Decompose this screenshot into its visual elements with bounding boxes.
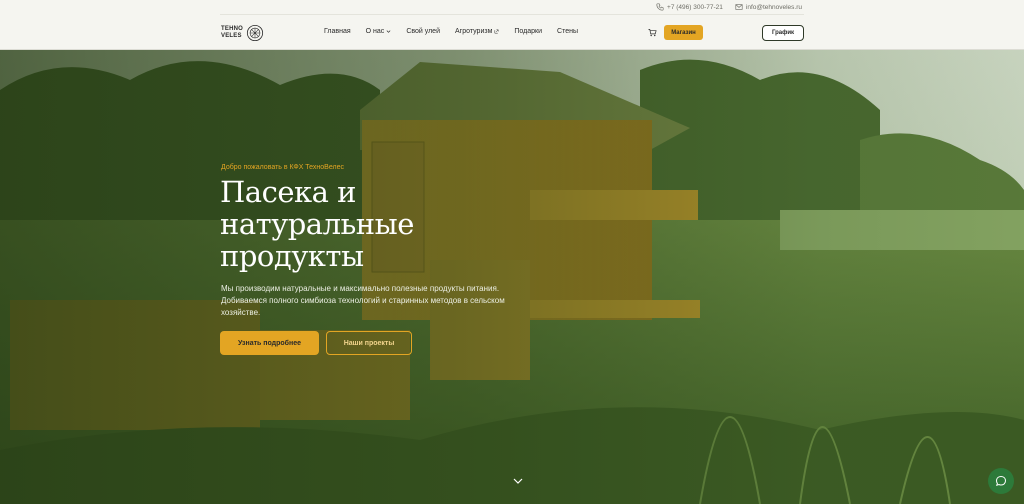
shop-button[interactable]: Магазин xyxy=(664,25,703,40)
main-nav: Главная О нас Свой улей Агротуризм Подар… xyxy=(324,28,593,35)
nav-item-home[interactable]: Главная xyxy=(324,28,351,35)
phone-text: +7 (496) 300-77-21 xyxy=(667,3,723,11)
phone-link[interactable]: +7 (496) 300-77-21 xyxy=(656,3,723,11)
nav-item-about[interactable]: О нас xyxy=(366,28,392,35)
logo-wordmark: TEHNO VELES xyxy=(221,26,243,39)
cart-icon[interactable] xyxy=(648,28,657,37)
chat-button[interactable] xyxy=(988,468,1014,494)
logo-emblem-icon xyxy=(246,24,264,42)
phone-icon xyxy=(656,3,664,11)
logo[interactable]: TEHNO VELES xyxy=(221,24,264,42)
hero-description: Мы производим натуральные и максимально … xyxy=(221,284,505,317)
email-link[interactable]: info@tehnoveles.ru xyxy=(735,3,802,11)
chevron-down-icon[interactable] xyxy=(512,477,524,485)
hero-title: Пасека и натуральные продукты xyxy=(220,175,414,273)
site-header: +7 (496) 300-77-21 info@tehnoveles.ru TE… xyxy=(0,0,1024,50)
projects-button[interactable]: Наши проекты xyxy=(326,331,412,355)
nav-item-gifts[interactable]: Подарки xyxy=(514,28,542,35)
chat-icon xyxy=(995,475,1007,486)
hero-overlay xyxy=(0,50,1024,504)
email-text: info@tehnoveles.ru xyxy=(745,3,802,11)
hero-welcome: Добро пожаловать в КФХ ТехноВелес xyxy=(221,164,344,171)
external-link-icon xyxy=(494,29,499,34)
nav-item-agrotourism[interactable]: Агротуризм xyxy=(455,28,499,35)
nav-item-own-hive[interactable]: Свой улей xyxy=(406,28,440,35)
schedule-button[interactable]: График xyxy=(762,25,804,41)
nav-item-walls[interactable]: Стены xyxy=(557,28,578,35)
contact-bar: +7 (496) 300-77-21 info@tehnoveles.ru xyxy=(656,3,802,11)
chevron-down-icon xyxy=(386,30,391,33)
hero-section: Добро пожаловать в КФХ ТехноВелес Пасека… xyxy=(0,50,1024,504)
learn-more-button[interactable]: Узнать подробнее xyxy=(220,331,319,355)
mail-icon xyxy=(735,4,743,10)
header-divider xyxy=(220,14,804,15)
